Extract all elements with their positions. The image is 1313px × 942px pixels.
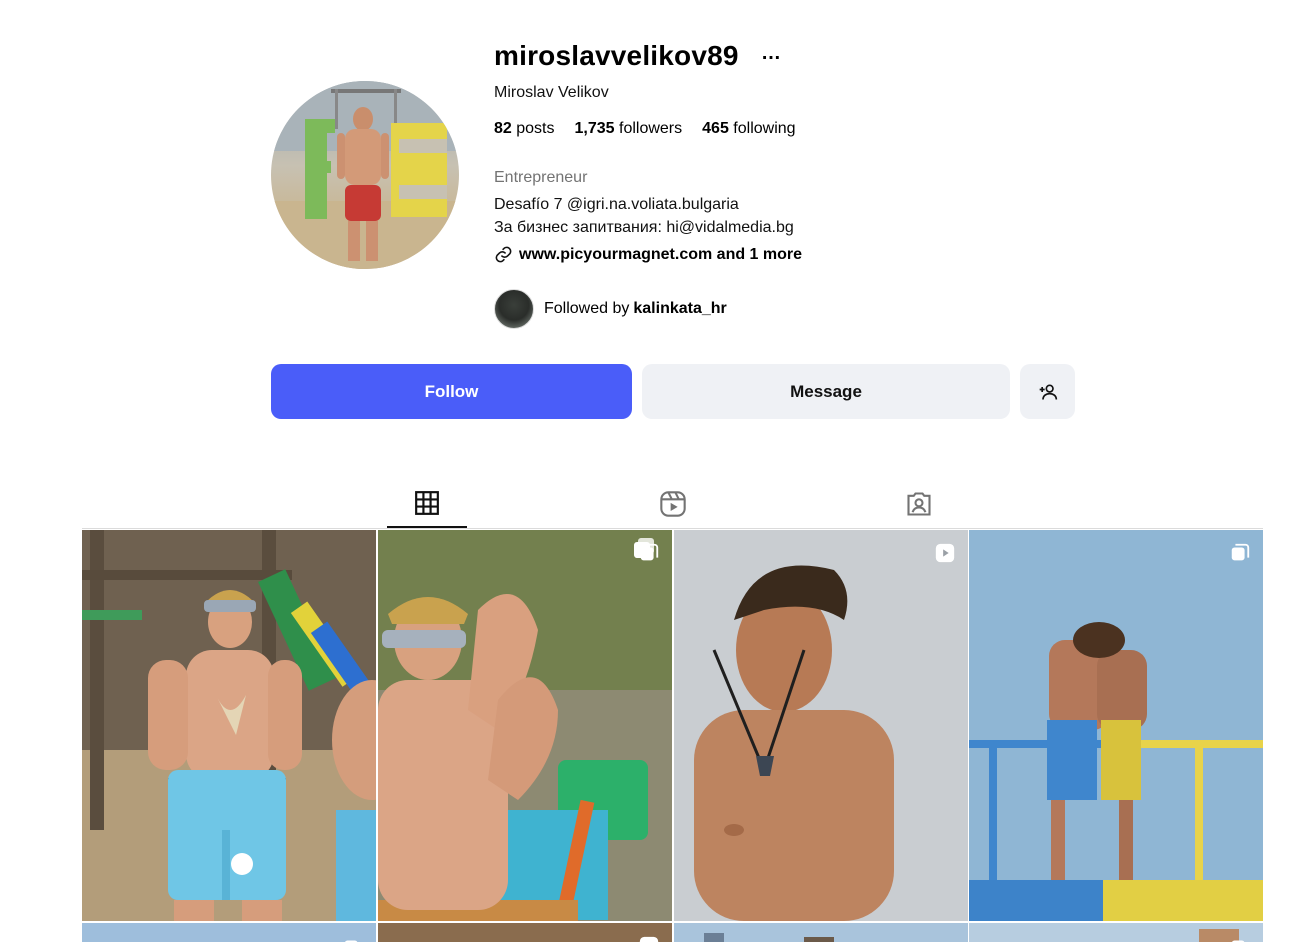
post-image	[378, 530, 672, 921]
external-link-text: www.picyourmagnet.com and 1 more	[519, 245, 803, 263]
followers-count-value: 1,735	[574, 120, 615, 137]
posts-count-label: posts	[516, 120, 555, 137]
bio-line-2: За бизнес запитвания: hi@vidalmedia.bg	[494, 219, 794, 236]
suggest-users-button[interactable]	[1020, 364, 1075, 419]
carousel-icon	[640, 543, 659, 561]
post-thumbnail[interactable]	[969, 923, 1263, 942]
profile-category: Entrepreneur	[494, 169, 588, 186]
following-label: following	[733, 120, 796, 137]
link-icon	[495, 246, 512, 263]
post-image	[82, 530, 376, 921]
carousel-icon	[1232, 940, 1245, 942]
followed-by-user: kalinkata_hr	[633, 300, 727, 317]
following-link[interactable]: 465 following	[702, 120, 795, 138]
post-image	[674, 923, 968, 942]
profile-avatar[interactable]	[271, 81, 459, 269]
post-image	[82, 923, 376, 942]
followers-link[interactable]: 1,735 followers	[575, 120, 683, 138]
grid-icon	[415, 491, 439, 515]
followed-by[interactable]: Followed by kalinkata_hr	[494, 289, 727, 329]
tabs-divider	[82, 528, 1263, 529]
tagged-icon	[907, 492, 931, 516]
tab-reels[interactable]	[633, 480, 713, 528]
profile-full-name: Miroslav Velikov	[494, 84, 609, 101]
post-thumbnail[interactable]	[82, 530, 376, 921]
carousel-icon	[345, 940, 358, 942]
followers-label: followers	[619, 120, 683, 137]
post-thumbnail[interactable]	[82, 923, 376, 942]
profile-tabs	[0, 480, 1313, 530]
reel-icon	[639, 936, 659, 942]
post-image	[674, 530, 968, 921]
carousel-icon	[1231, 543, 1250, 561]
posts-count-value: 82	[494, 120, 512, 137]
post-thumbnail[interactable]	[969, 530, 1263, 921]
tab-posts[interactable]	[387, 480, 467, 528]
follower-avatar	[494, 289, 534, 329]
post-thumbnail[interactable]	[674, 923, 968, 942]
bio-line-1: Desafío 7 @igri.na.voliata.bulgaria	[494, 196, 739, 213]
post-thumbnail[interactable]	[674, 530, 968, 921]
profile-username: miroslavvelikov89	[494, 40, 739, 71]
reels-icon	[660, 491, 686, 517]
tab-tagged[interactable]	[879, 480, 959, 528]
profile-photo	[271, 81, 459, 269]
post-image	[378, 923, 672, 942]
profile-stats: 82 posts 1,735 followers 465 following	[494, 120, 796, 138]
person-plus-icon	[1039, 384, 1057, 400]
following-count-value: 465	[702, 120, 729, 137]
post-thumbnail[interactable]	[378, 923, 672, 942]
more-options-icon[interactable]: …	[760, 43, 782, 68]
reel-icon	[935, 543, 955, 563]
message-button[interactable]: Message	[642, 364, 1010, 419]
post-thumbnail[interactable]	[378, 530, 672, 921]
external-link[interactable]: www.picyourmagnet.com and 1 more	[494, 245, 802, 264]
follow-button[interactable]: Follow	[271, 364, 632, 419]
post-image	[969, 923, 1263, 942]
posts-count: 82 posts	[494, 120, 555, 138]
followed-by-prefix: Followed by	[544, 300, 630, 317]
post-image	[969, 530, 1263, 921]
